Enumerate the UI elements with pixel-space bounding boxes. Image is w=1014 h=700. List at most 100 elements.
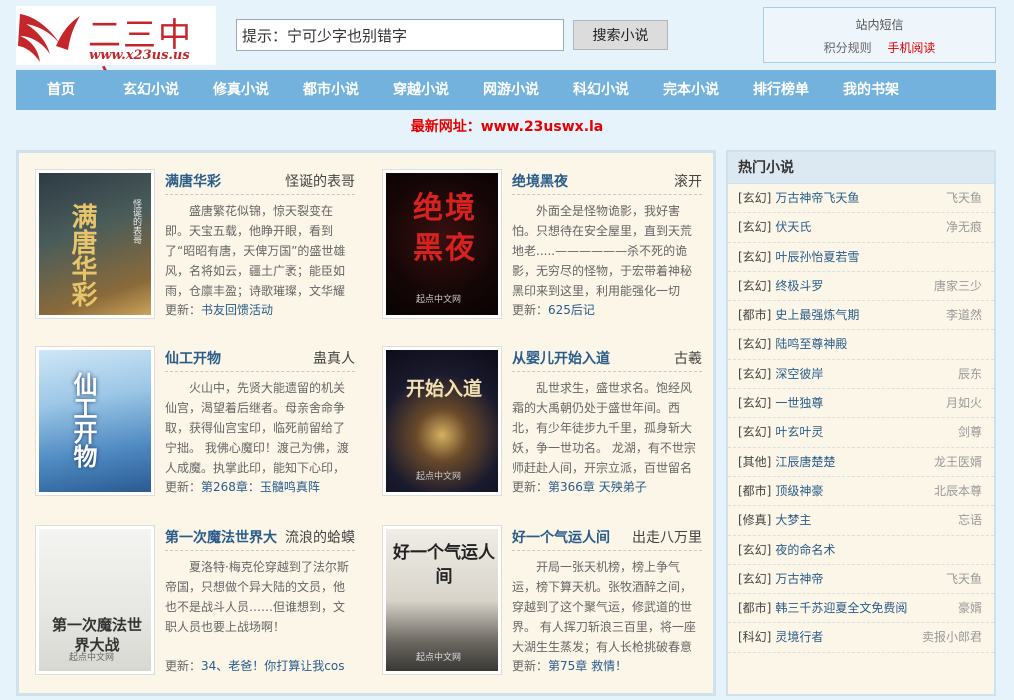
latest-chapter-link[interactable]: 625后记 xyxy=(548,303,595,317)
nav-chuanyue[interactable]: 穿越小说 xyxy=(376,70,466,110)
novel-link[interactable]: 大梦主 xyxy=(775,513,811,527)
novel-link[interactable]: 终极斗罗 xyxy=(775,279,823,293)
list-item: [玄幻] 夜的命名术 xyxy=(728,536,994,565)
nav-home[interactable]: 首页 xyxy=(16,70,106,110)
novel-link[interactable]: 韩三千苏迎夏全文免费阅 xyxy=(775,601,907,615)
novel-author: 唐家三少 xyxy=(933,278,982,293)
book-author[interactable]: 古羲 xyxy=(674,348,702,368)
nav-xiuzhen[interactable]: 修真小说 xyxy=(196,70,286,110)
novel-link[interactable]: 深空彼岸 xyxy=(775,367,823,381)
nav-wanben[interactable]: 完本小说 xyxy=(646,70,736,110)
novel-author: 飞天鱼 xyxy=(945,571,982,586)
list-item: [玄幻] 叶玄叶灵 剑尊 xyxy=(728,418,994,448)
novel-link[interactable]: 万古神帝飞天鱼 xyxy=(775,191,859,205)
latest-chapter-link[interactable]: 第75章 救情！ xyxy=(548,659,627,673)
list-item: [都市] 顶级神豪 北辰本尊 xyxy=(728,477,994,507)
search-input[interactable] xyxy=(236,19,564,51)
novel-link[interactable]: 史上最强炼气期 xyxy=(775,308,859,322)
list-item: [科幻] 灵境行者 卖报小郎君 xyxy=(728,623,994,653)
nav-dushi[interactable]: 都市小说 xyxy=(286,70,376,110)
novel-link[interactable]: 叶玄叶灵 xyxy=(775,425,823,439)
book-card: 第一次魔法世界大战 起点中文网 第一次魔法世界大 流浪的蛤蟆 夏洛特·梅克伦穿越… xyxy=(35,525,371,679)
nav-wangyou[interactable]: 网游小说 xyxy=(466,70,556,110)
book-cover[interactable]: 第一次魔法世界大战 起点中文网 xyxy=(35,525,155,675)
book-author[interactable]: 蛊真人 xyxy=(313,348,355,368)
book-card: 绝境黑夜 起点中文网 绝境黑夜 滚开 外面全是怪物诡影，我好害怕。只想待在安全屋… xyxy=(382,169,718,323)
search-button[interactable]: 搜索小说 xyxy=(573,20,668,50)
book-author[interactable]: 滚开 xyxy=(674,171,702,191)
list-item: [都市] 韩三千苏迎夏全文免费阅 豪婿 xyxy=(728,594,994,624)
latest-chapter-link[interactable]: 第268章：玉髓鸣真阵 xyxy=(201,480,320,494)
list-item: [玄幻] 叶辰孙怡夏若雪 xyxy=(728,243,994,272)
novel-link[interactable]: 万古神帝 xyxy=(775,572,823,586)
book-author[interactable]: 流浪的蛤蟆 xyxy=(285,527,355,547)
book-description: 开局一张天机榜，榜上争气运，榜下算天机。张牧酒醉之间，穿越到了这个聚气运，修武道… xyxy=(512,560,696,654)
book-author[interactable]: 出走八万里 xyxy=(632,527,702,547)
book-author[interactable]: 怪诞的表哥 xyxy=(285,171,355,191)
latest-url-notice: 最新网址：www.23uswx.la xyxy=(410,119,604,135)
novel-author: 月如火 xyxy=(945,396,982,411)
site-logo[interactable]: 二三中文 www.x23us.us xyxy=(16,6,216,102)
book-cover[interactable]: 开始入道 起点中文网 xyxy=(382,346,502,496)
hot-novels-sidebar: 热门小说 [玄幻] 万古神帝飞天鱼 飞天鱼 [玄幻] 伏天氏 净无痕 [玄幻] 叶辰孙怡夏… xyxy=(726,150,996,696)
list-item: [玄幻] 终极斗罗 唐家三少 xyxy=(728,272,994,302)
sidebar-title: 热门小说 xyxy=(728,152,994,184)
nav-xuanhuan[interactable]: 玄幻小说 xyxy=(106,70,196,110)
book-title[interactable]: 仙工开物 xyxy=(165,348,221,368)
novel-author: 豪婿 xyxy=(957,601,982,616)
nav-ranking[interactable]: 排行榜单 xyxy=(736,70,826,110)
book-card: 好一个气运人间 起点中文网 好一个气运人间 出走八万里 开局一张天机榜，榜上争气… xyxy=(382,525,718,679)
book-update: 更新：34、老爸！你打算让我cos xyxy=(165,659,345,673)
novel-link[interactable]: 夜的命名术 xyxy=(775,543,835,557)
book-update: 更新：第75章 救情！ xyxy=(512,659,628,673)
novel-link[interactable]: 顶级神豪 xyxy=(775,484,823,498)
book-title[interactable]: 绝境黑夜 xyxy=(512,171,568,191)
book-cover[interactable]: 仙工开物 xyxy=(35,346,155,496)
list-item: [玄幻] 深空彼岸 辰东 xyxy=(728,360,994,390)
list-item: [玄幻] 伏天氏 净无痕 xyxy=(728,213,994,243)
book-cover[interactable]: 好一个气运人间 起点中文网 xyxy=(382,525,502,675)
novel-author: 忘语 xyxy=(957,513,982,528)
novel-link[interactable]: 叶辰孙怡夏若雪 xyxy=(775,250,859,264)
book-description: 盛唐繁花似锦，惊天裂变在即。天宝五载，他睁开眼，看到了“昭昭有唐，天俾万国”的盛… xyxy=(165,204,346,298)
novel-link[interactable]: 陆鸣至尊神殿 xyxy=(775,337,847,351)
main-nav: 首页 玄幻小说 修真小说 都市小说 穿越小说 网游小说 科幻小说 完本小说 排行… xyxy=(16,70,996,110)
list-item: [都市] 史上最强炼气期 李道然 xyxy=(728,301,994,331)
book-title[interactable]: 第一次魔法世界大 xyxy=(165,527,277,547)
book-title[interactable]: 从婴儿开始入道 xyxy=(512,348,610,368)
novel-link[interactable]: 伏天氏 xyxy=(775,220,811,234)
book-update: 更新：书友回馈活动 xyxy=(165,303,274,317)
book-card: 开始入道 起点中文网 从婴儿开始入道 古羲 乱世求生，盛世求名。饱经风霜的大禹朝… xyxy=(382,346,718,500)
list-item: [玄幻] 陆鸣至尊神殿 xyxy=(728,330,994,360)
novel-author: 卖报小郎君 xyxy=(921,630,982,645)
book-cover[interactable]: 满唐华彩 怪诞的表哥 xyxy=(35,169,155,319)
novel-author: 辰东 xyxy=(957,366,982,381)
novel-author: 李道然 xyxy=(945,308,982,323)
site-domain: www.x23us.us xyxy=(89,48,190,63)
novel-link[interactable]: 灵境行者 xyxy=(775,630,823,644)
latest-chapter-link[interactable]: 第366章 天殃弟子 xyxy=(548,480,647,494)
book-update: 更新：第268章：玉髓鸣真阵 xyxy=(165,480,320,494)
messages-link[interactable]: 站内短信 xyxy=(855,18,903,32)
points-rules-link[interactable]: 积分规则 xyxy=(824,41,872,55)
novel-author: 飞天鱼 xyxy=(945,191,982,205)
novel-link[interactable]: 一世独尊 xyxy=(775,396,823,410)
novel-author: 净无痕 xyxy=(945,220,982,235)
list-item: [玄幻] 万古神帝 飞天鱼 xyxy=(728,565,994,595)
swallow-logo-icon xyxy=(18,14,80,62)
book-update: 更新：第366章 天殃弟子 xyxy=(512,480,647,494)
list-item: [玄幻] 万古神帝飞天鱼 飞天鱼 xyxy=(728,184,994,214)
nav-bookshelf[interactable]: 我的书架 xyxy=(826,70,916,110)
hot-novels-list: [玄幻] 万古神帝飞天鱼 飞天鱼 [玄幻] 伏天氏 净无痕 [玄幻] 叶辰孙怡夏若雪 [玄… xyxy=(728,184,994,653)
book-title[interactable]: 满唐华彩 xyxy=(165,171,221,191)
book-title[interactable]: 好一个气运人间 xyxy=(512,527,610,547)
list-item: [修真] 大梦主 忘语 xyxy=(728,506,994,536)
novel-link[interactable]: 江辰唐楚楚 xyxy=(775,455,835,469)
book-cover[interactable]: 绝境黑夜 起点中文网 xyxy=(382,169,502,319)
latest-chapter-link[interactable]: 34、老爸！你打算让我cos xyxy=(201,659,344,673)
nav-kehuan[interactable]: 科幻小说 xyxy=(556,70,646,110)
mobile-reading-link[interactable]: 手机阅读 xyxy=(887,41,935,55)
latest-chapter-link[interactable]: 书友回馈活动 xyxy=(201,303,273,317)
book-description: 乱世求生，盛世求名。饱经风霜的大禹朝仍处于盛世年间。西北，有少年徒步九千里，孤身… xyxy=(512,381,696,475)
book-update: 更新：625后记 xyxy=(512,303,595,317)
